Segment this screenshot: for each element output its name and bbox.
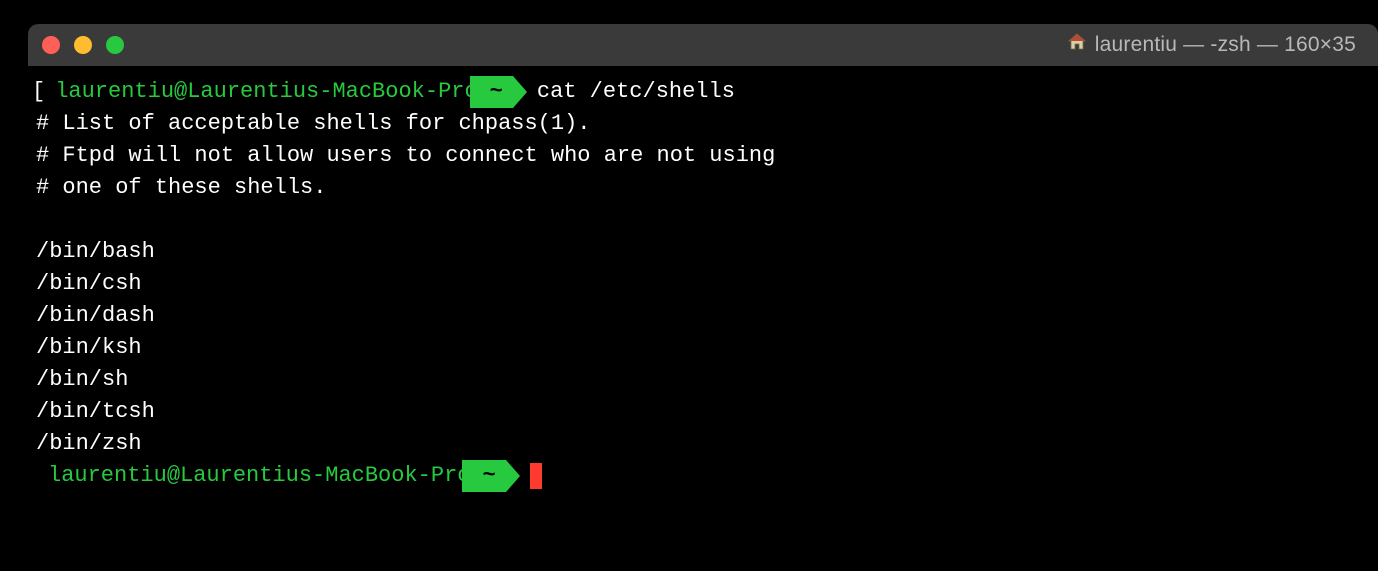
output-line: # one of these shells.: [32, 172, 1374, 204]
output-line: /bin/zsh: [32, 428, 1374, 460]
cursor[interactable]: [530, 463, 542, 489]
prompt-line-1: [ laurentiu@Laurentius-MacBook-Pro ~ cat…: [32, 76, 1374, 108]
window-title: laurentiu — -zsh — 160×35: [1095, 33, 1356, 57]
prompt-user-host: laurentiu@Laurentius-MacBook-Pro: [55, 76, 477, 108]
chevron-right-icon: [513, 76, 527, 108]
output-line: # Ftpd will not allow users to connect w…: [32, 140, 1374, 172]
maximize-icon[interactable]: [106, 36, 124, 54]
prompt-cwd-segment: ~: [484, 76, 527, 108]
prompt-cwd-segment: ~: [476, 460, 519, 492]
terminal-window: laurentiu — -zsh — 160×35 [ laurentiu@La…: [28, 24, 1378, 571]
title-area: laurentiu — -zsh — 160×35: [124, 32, 1364, 59]
prompt-cwd: ~: [462, 460, 505, 492]
chevron-right-icon: [506, 460, 520, 492]
titlebar[interactable]: laurentiu — -zsh — 160×35: [28, 24, 1378, 66]
command-text: cat /etc/shells: [537, 76, 735, 108]
prompt-user-host: laurentiu@Laurentius-MacBook-Pro: [48, 460, 470, 492]
output-line: [32, 204, 1374, 236]
home-icon: [1067, 32, 1087, 59]
terminal-body[interactable]: [ laurentiu@Laurentius-MacBook-Pro ~ cat…: [28, 66, 1378, 502]
bracket-open: [: [32, 76, 45, 108]
close-icon[interactable]: [42, 36, 60, 54]
traffic-lights: [42, 36, 124, 54]
output-line: /bin/csh: [32, 268, 1374, 300]
output-line: /bin/bash: [32, 236, 1374, 268]
output-line: /bin/ksh: [32, 332, 1374, 364]
prompt-line-2: laurentiu@Laurentius-MacBook-Pro ~: [32, 460, 1374, 492]
minimize-icon[interactable]: [74, 36, 92, 54]
prompt-cwd: ~: [470, 76, 513, 108]
output-line: /bin/sh: [32, 364, 1374, 396]
output-line: /bin/tcsh: [32, 396, 1374, 428]
output-line: /bin/dash: [32, 300, 1374, 332]
output-line: # List of acceptable shells for chpass(1…: [32, 108, 1374, 140]
